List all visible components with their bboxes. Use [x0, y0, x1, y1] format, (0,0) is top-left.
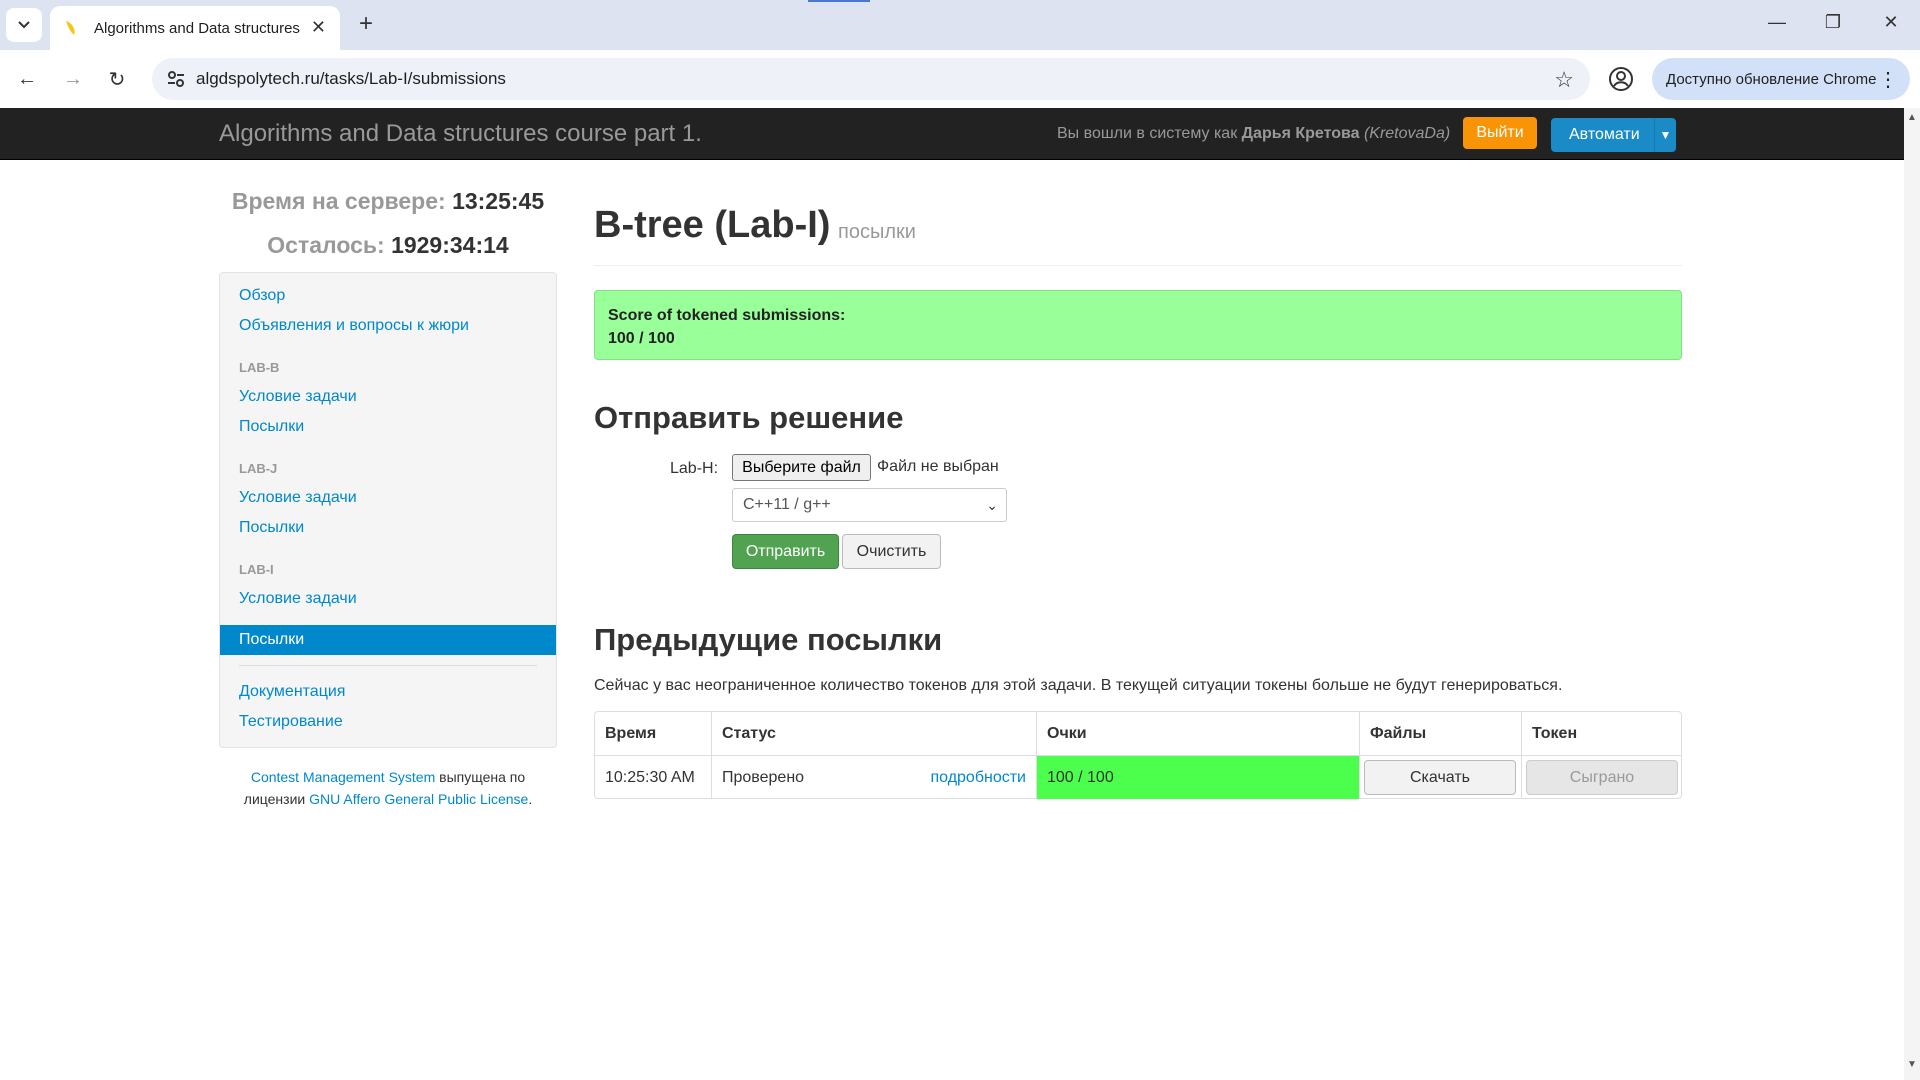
sidebar-header-lab-j: LAB-J — [239, 461, 278, 476]
license-dot: . — [528, 791, 533, 807]
submit-heading: Отправить решение — [594, 400, 904, 435]
more-menu-icon[interactable]: ⋮ — [1878, 67, 1898, 92]
status-text: Проверено — [722, 769, 805, 786]
minimize-icon[interactable]: — — [1762, 12, 1792, 33]
language-select[interactable]: C++11 / g++ ⌄ — [732, 488, 1007, 522]
table-cell-score: 100 / 100 — [1036, 755, 1359, 799]
sidebar-item-testing[interactable]: Тестирование — [239, 713, 343, 731]
close-window-icon[interactable]: ✕ — [1876, 12, 1906, 33]
site-brand[interactable]: Algorithms and Data structures course pa… — [219, 120, 702, 148]
auto-label: Автомати — [1569, 126, 1640, 143]
chevron-down-icon: ⌄ — [986, 497, 998, 513]
restore-icon[interactable]: ❐ — [1818, 12, 1848, 33]
sidebar-header-lab-i: LAB-I — [239, 562, 274, 577]
sidebar-item-lab-i-statement[interactable]: Условие задачи — [239, 590, 357, 608]
table-cell-time: 10:25:30 AM — [595, 755, 711, 799]
browser-toolbar: ← → ↻ algdspolytech.ru/tasks/Lab-I/submi… — [0, 50, 1920, 108]
sidebar-item-lab-i-submissions[interactable]: Посылки — [220, 625, 556, 655]
reload-icon[interactable]: ↻ — [102, 64, 132, 94]
loading-indicator — [808, 0, 870, 2]
chrome-update-button[interactable]: Доступно обновление Chrome ⋮ — [1652, 58, 1910, 100]
table-header-status: Статус — [711, 712, 1036, 755]
server-time-label: Время на сервере: — [231, 188, 446, 214]
browser-titlebar: Algorithms and Data structures ✕ + — ❐ ✕ — [0, 0, 1920, 50]
title-divider — [594, 265, 1682, 266]
remaining-time: Осталось: 1929:34:14 — [219, 232, 557, 259]
logout-button[interactable]: Выйти — [1463, 117, 1537, 149]
new-tab-button[interactable]: + — [352, 10, 380, 38]
page-scrollbar[interactable]: ▲ ▼ — [1904, 108, 1920, 1080]
sidebar-item-announcements[interactable]: Объявления и вопросы к жюри — [239, 317, 469, 335]
back-icon[interactable]: ← — [12, 64, 42, 94]
forward-icon[interactable]: → — [58, 64, 88, 94]
chrome-update-label: Доступно обновление Chrome — [1666, 70, 1877, 88]
table-cell-files: Скачать — [1359, 755, 1521, 799]
sidebar: Обзор Объявления и вопросы к жюри LAB-B … — [219, 272, 557, 748]
site-settings-icon[interactable] — [166, 69, 186, 89]
sidebar-header-lab-b: LAB-B — [239, 360, 280, 375]
scroll-up-icon[interactable]: ▲ — [1907, 112, 1917, 123]
file-label: Lab-H: — [670, 460, 719, 477]
sidebar-item-overview[interactable]: Обзор — [239, 287, 285, 305]
sidebar-item-documentation[interactable]: Документация — [239, 683, 345, 701]
chevron-down-icon[interactable]: ▼ — [1654, 118, 1676, 152]
tab-title: Algorithms and Data structures — [94, 19, 300, 37]
table-header-files: Файлы — [1359, 712, 1521, 755]
table-header-token: Токен — [1521, 712, 1681, 755]
sidebar-item-lab-j-submissions[interactable]: Посылки — [239, 519, 304, 537]
table-cell-status: Проверено подробности — [711, 755, 1036, 799]
remaining-value: 1929:34:14 — [391, 232, 509, 258]
user-name: Дарья Кретова — [1241, 125, 1360, 142]
submissions-table: Время Статус Очки Файлы Токен 10:25:30 A… — [594, 711, 1682, 799]
address-bar[interactable]: algdspolytech.ru/tasks/Lab-I/submissions… — [152, 58, 1590, 100]
cms-link[interactable]: Contest Management System — [251, 769, 435, 785]
gnu-license-link[interactable]: GNU Affero General Public License — [309, 791, 528, 807]
scroll-down-icon[interactable]: ▼ — [1907, 1059, 1917, 1070]
page-content: Algorithms and Data structures course pa… — [0, 108, 1904, 1080]
license-note: Contest Management System выпущена по ли… — [219, 766, 557, 810]
alert-score: 100 / 100 — [608, 330, 675, 347]
page-title: B-tree (Lab-I) — [594, 204, 831, 246]
sidebar-item-lab-b-statement[interactable]: Условие задачи — [239, 388, 357, 406]
logged-prefix: Вы вошли в систему как — [1057, 125, 1238, 142]
alert-title: Score of tokened submissions: — [608, 307, 846, 324]
download-button[interactable]: Скачать — [1364, 760, 1516, 795]
server-time: Время на сервере: 13:25:45 — [219, 188, 557, 215]
table-header-time: Время — [605, 725, 657, 742]
sidebar-divider — [239, 665, 537, 666]
license-text-2: лицензии — [243, 791, 310, 807]
server-time-value: 13:25:45 — [452, 188, 545, 214]
token-score-alert: Score of tokened submissions: 100 / 100 — [594, 290, 1682, 360]
tab-close-icon[interactable]: ✕ — [311, 17, 326, 38]
table-cell-token: Сыграно — [1521, 755, 1681, 799]
token-played-button: Сыграно — [1526, 760, 1678, 795]
license-text-1: выпущена по — [435, 769, 526, 785]
submit-button[interactable]: Отправить — [732, 534, 839, 569]
profile-icon[interactable] — [1606, 64, 1636, 94]
details-link[interactable]: подробности — [930, 756, 1026, 800]
file-status: Файл не выбран — [877, 458, 999, 475]
choose-file-button[interactable]: Выберите файл — [732, 454, 871, 481]
tab-favicon-icon — [66, 21, 75, 35]
browser-tab[interactable]: Algorithms and Data structures ✕ — [50, 6, 340, 50]
previous-submissions-heading: Предыдущие посылки — [594, 622, 943, 657]
url-text: algdspolytech.ru/tasks/Lab-I/submissions — [196, 69, 506, 88]
page-subtitle: посылки — [838, 221, 916, 243]
auto-dropdown-button[interactable]: Автомати ▼ — [1551, 118, 1676, 152]
sidebar-item-lab-j-statement[interactable]: Условие задачи — [239, 489, 357, 507]
bookmark-star-icon[interactable]: ☆ — [1554, 67, 1574, 93]
tab-search-button[interactable] — [6, 8, 42, 42]
user-login: (KretovaDa) — [1363, 125, 1451, 142]
clear-button[interactable]: Очистить — [842, 534, 941, 569]
remaining-label: Осталось: — [267, 232, 385, 258]
chevron-down-icon — [18, 21, 30, 29]
sidebar-item-lab-b-submissions[interactable]: Посылки — [239, 418, 304, 436]
token-info-text: Сейчас у вас неограниченное количество т… — [594, 677, 1563, 694]
language-value: C++11 / g++ — [743, 496, 831, 513]
site-navbar: Algorithms and Data structures course pa… — [0, 108, 1904, 160]
logged-in-text: Вы вошли в систему как Дарья Кретова (Kr… — [1057, 125, 1450, 143]
table-header-score: Очки — [1036, 712, 1359, 755]
